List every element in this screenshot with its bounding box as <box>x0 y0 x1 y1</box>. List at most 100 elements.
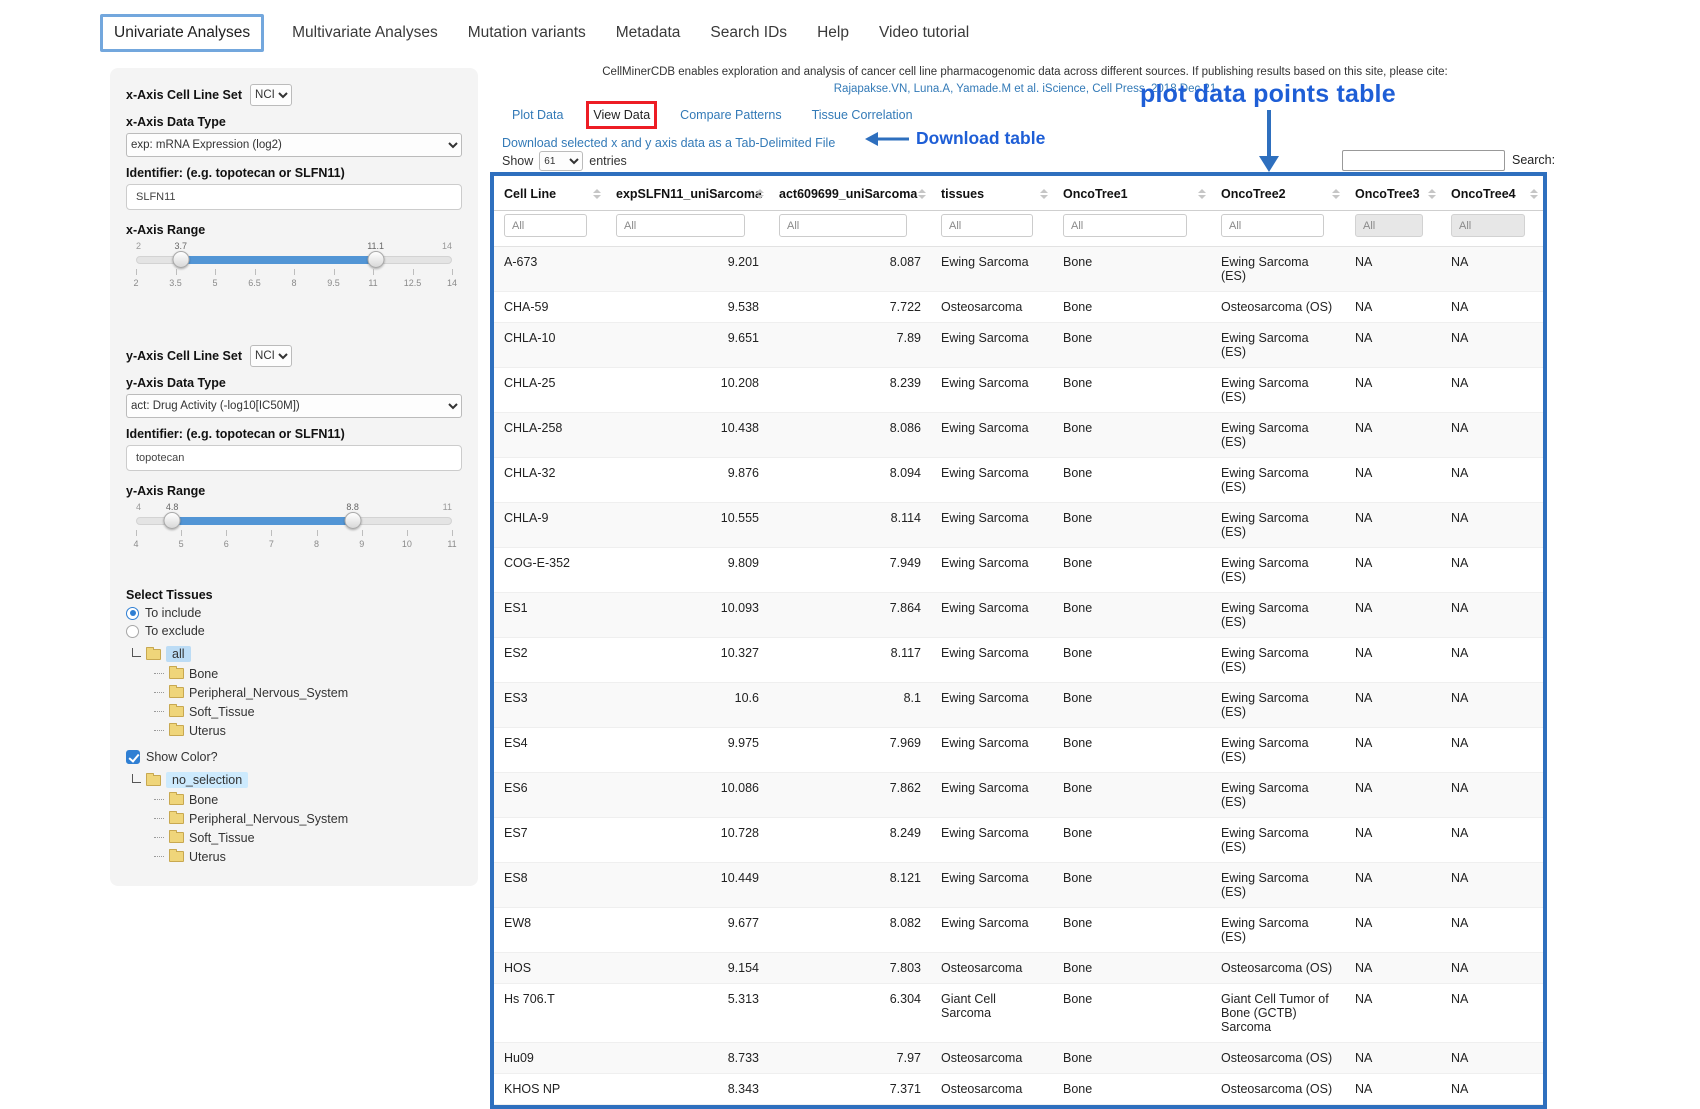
nav-tab-mutation-variants[interactable]: Mutation variants <box>466 16 588 50</box>
column-filter-input[interactable] <box>1355 214 1423 237</box>
column-header[interactable]: OncoTree2 <box>1211 176 1345 211</box>
x-identifier-input[interactable] <box>126 184 462 210</box>
tree-root[interactable]: all <box>130 646 462 662</box>
x-data-type-select[interactable]: exp: mRNA Expression (log2) <box>126 133 462 157</box>
radio-to-include[interactable]: To include <box>126 606 462 620</box>
table-row[interactable]: COG-E-3529.8097.949Ewing SarcomaBoneEwin… <box>494 548 1543 593</box>
x-cell-line-set-select[interactable]: NCI <box>250 84 292 106</box>
tree-root[interactable]: no_selection <box>130 772 462 788</box>
download-data-link[interactable]: Download selected x and y axis data as a… <box>502 136 835 150</box>
slider-handle-left[interactable] <box>164 512 181 529</box>
column-filter-input[interactable] <box>779 214 907 237</box>
table-cell: Bone <box>1053 773 1211 818</box>
y-cell-line-set-select[interactable]: NCI <box>250 345 292 367</box>
sort-icon[interactable] <box>1040 189 1048 199</box>
table-row[interactable]: ES310.68.1Ewing SarcomaBoneEwing Sarcoma… <box>494 683 1543 728</box>
table-row[interactable]: KHOS NP8.3437.371OsteosarcomaBoneOsteosa… <box>494 1074 1543 1105</box>
table-row[interactable]: EW89.6778.082Ewing SarcomaBoneEwing Sarc… <box>494 908 1543 953</box>
sort-icon[interactable] <box>918 189 926 199</box>
table-cell: NA <box>1345 458 1441 503</box>
column-filter-input[interactable] <box>1063 214 1187 237</box>
y-range-slider[interactable]: 4 11 4.8 8.8 4567891011 <box>136 502 452 562</box>
table-row[interactable]: HOS9.1547.803OsteosarcomaBoneOsteosarcom… <box>494 953 1543 984</box>
table-row[interactable]: ES610.0867.862Ewing SarcomaBoneEwing Sar… <box>494 773 1543 818</box>
slider-tick-label: 6.5 <box>248 278 261 288</box>
sort-icon[interactable] <box>756 189 764 199</box>
table-row[interactable]: CHLA-25810.4388.086Ewing SarcomaBoneEwin… <box>494 413 1543 458</box>
folder-icon <box>146 649 161 660</box>
nav-tab-help[interactable]: Help <box>815 16 851 50</box>
tree-expand-icon[interactable] <box>132 648 141 657</box>
table-search-input[interactable] <box>1342 150 1505 171</box>
table-cell: Ewing Sarcoma (ES) <box>1211 247 1345 292</box>
tree-root-label[interactable]: all <box>166 646 191 662</box>
table-row[interactable]: CHLA-329.8768.094Ewing SarcomaBoneEwing … <box>494 458 1543 503</box>
tree-item[interactable]: Uterus <box>154 847 462 866</box>
nav-tab-univariate-analyses[interactable]: Univariate Analyses <box>100 14 264 52</box>
tree-item[interactable]: Peripheral_Nervous_System <box>154 809 462 828</box>
column-filter-input[interactable] <box>616 214 745 237</box>
table-row[interactable]: A-6739.2018.087Ewing SarcomaBoneEwing Sa… <box>494 247 1543 292</box>
radio-icon[interactable] <box>126 625 139 638</box>
table-row[interactable]: ES710.7288.249Ewing SarcomaBoneEwing Sar… <box>494 818 1543 863</box>
folder-icon <box>146 775 161 786</box>
column-header[interactable]: act609699_uniSarcoma <box>769 176 931 211</box>
nav-tab-metadata[interactable]: Metadata <box>614 16 683 50</box>
table-row[interactable]: Hu098.7337.97OsteosarcomaBoneOsteosarcom… <box>494 1043 1543 1074</box>
show-color-checkbox-row[interactable]: Show Color? <box>126 750 462 764</box>
tree-item[interactable]: Bone <box>154 790 462 809</box>
table-row[interactable]: ES49.9757.969Ewing SarcomaBoneEwing Sarc… <box>494 728 1543 773</box>
slider-bar[interactable] <box>172 517 353 525</box>
radio-icon[interactable] <box>126 607 139 620</box>
y-identifier-label: Identifier: (e.g. topotecan or SLFN11) <box>126 427 462 441</box>
column-filter-input[interactable] <box>504 214 587 237</box>
sort-icon[interactable] <box>1198 189 1206 199</box>
column-filter-input[interactable] <box>1221 214 1324 237</box>
column-filter-input[interactable] <box>1451 214 1525 237</box>
tree-item[interactable]: Bone <box>154 664 462 683</box>
y-identifier-input[interactable] <box>126 445 462 471</box>
column-header[interactable]: tissues <box>931 176 1053 211</box>
column-header[interactable]: OncoTree4 <box>1441 176 1543 211</box>
table-row[interactable]: CHA-599.5387.722OsteosarcomaBoneOsteosar… <box>494 292 1543 323</box>
sort-icon[interactable] <box>593 189 601 199</box>
tree-expand-icon[interactable] <box>132 774 141 783</box>
column-header[interactable]: expSLFN11_uniSarcoma <box>606 176 769 211</box>
table-row[interactable]: CHLA-2510.2088.239Ewing SarcomaBoneEwing… <box>494 368 1543 413</box>
tree-item[interactable]: Soft_Tissue <box>154 828 462 847</box>
table-row[interactable]: ES810.4498.121Ewing SarcomaBoneEwing Sar… <box>494 863 1543 908</box>
tree-item[interactable]: Peripheral_Nervous_System <box>154 683 462 702</box>
slider-handle-right[interactable] <box>367 251 384 268</box>
tab-tissue-correlation[interactable]: Tissue Correlation <box>812 108 913 122</box>
table-row[interactable]: ES210.3278.117Ewing SarcomaBoneEwing Sar… <box>494 638 1543 683</box>
tab-plot-data[interactable]: Plot Data <box>512 108 563 122</box>
x-range-slider[interactable]: 2 14 3.7 11.1 23.556.589.51112.514 <box>136 241 452 301</box>
y-data-type-select[interactable]: act: Drug Activity (-log10[IC50M]) <box>126 394 462 418</box>
slider-bar[interactable] <box>181 256 376 264</box>
nav-tab-video-tutorial[interactable]: Video tutorial <box>877 16 971 50</box>
sort-icon[interactable] <box>1428 189 1436 199</box>
column-filter-input[interactable] <box>941 214 1033 237</box>
slider-handle-left[interactable] <box>172 251 189 268</box>
table-cell: 8.114 <box>769 503 931 548</box>
tab-compare-patterns[interactable]: Compare Patterns <box>680 108 781 122</box>
entries-count-select[interactable]: 61 <box>539 151 583 171</box>
tree-item[interactable]: Soft_Tissue <box>154 702 462 721</box>
table-row[interactable]: CHLA-910.5558.114Ewing SarcomaBoneEwing … <box>494 503 1543 548</box>
nav-tab-search-ids[interactable]: Search IDs <box>708 16 789 50</box>
nav-tab-multivariate-analyses[interactable]: Multivariate Analyses <box>290 16 440 50</box>
table-row[interactable]: ES110.0937.864Ewing SarcomaBoneEwing Sar… <box>494 593 1543 638</box>
tab-view-data[interactable]: View Data <box>593 108 650 122</box>
radio-to-exclude[interactable]: To exclude <box>126 624 462 638</box>
slider-handle-right[interactable] <box>344 512 361 529</box>
sort-icon[interactable] <box>1530 189 1538 199</box>
column-header[interactable]: Cell Line <box>494 176 606 211</box>
table-row[interactable]: Hs 706.T5.3136.304Giant Cell SarcomaBone… <box>494 984 1543 1043</box>
column-header[interactable]: OncoTree1 <box>1053 176 1211 211</box>
column-header[interactable]: OncoTree3 <box>1345 176 1441 211</box>
sort-icon[interactable] <box>1332 189 1340 199</box>
tree-item[interactable]: Uterus <box>154 721 462 740</box>
checkbox-icon[interactable] <box>126 750 140 764</box>
table-row[interactable]: CHLA-109.6517.89Ewing SarcomaBoneEwing S… <box>494 323 1543 368</box>
tree-root-label[interactable]: no_selection <box>166 772 248 788</box>
